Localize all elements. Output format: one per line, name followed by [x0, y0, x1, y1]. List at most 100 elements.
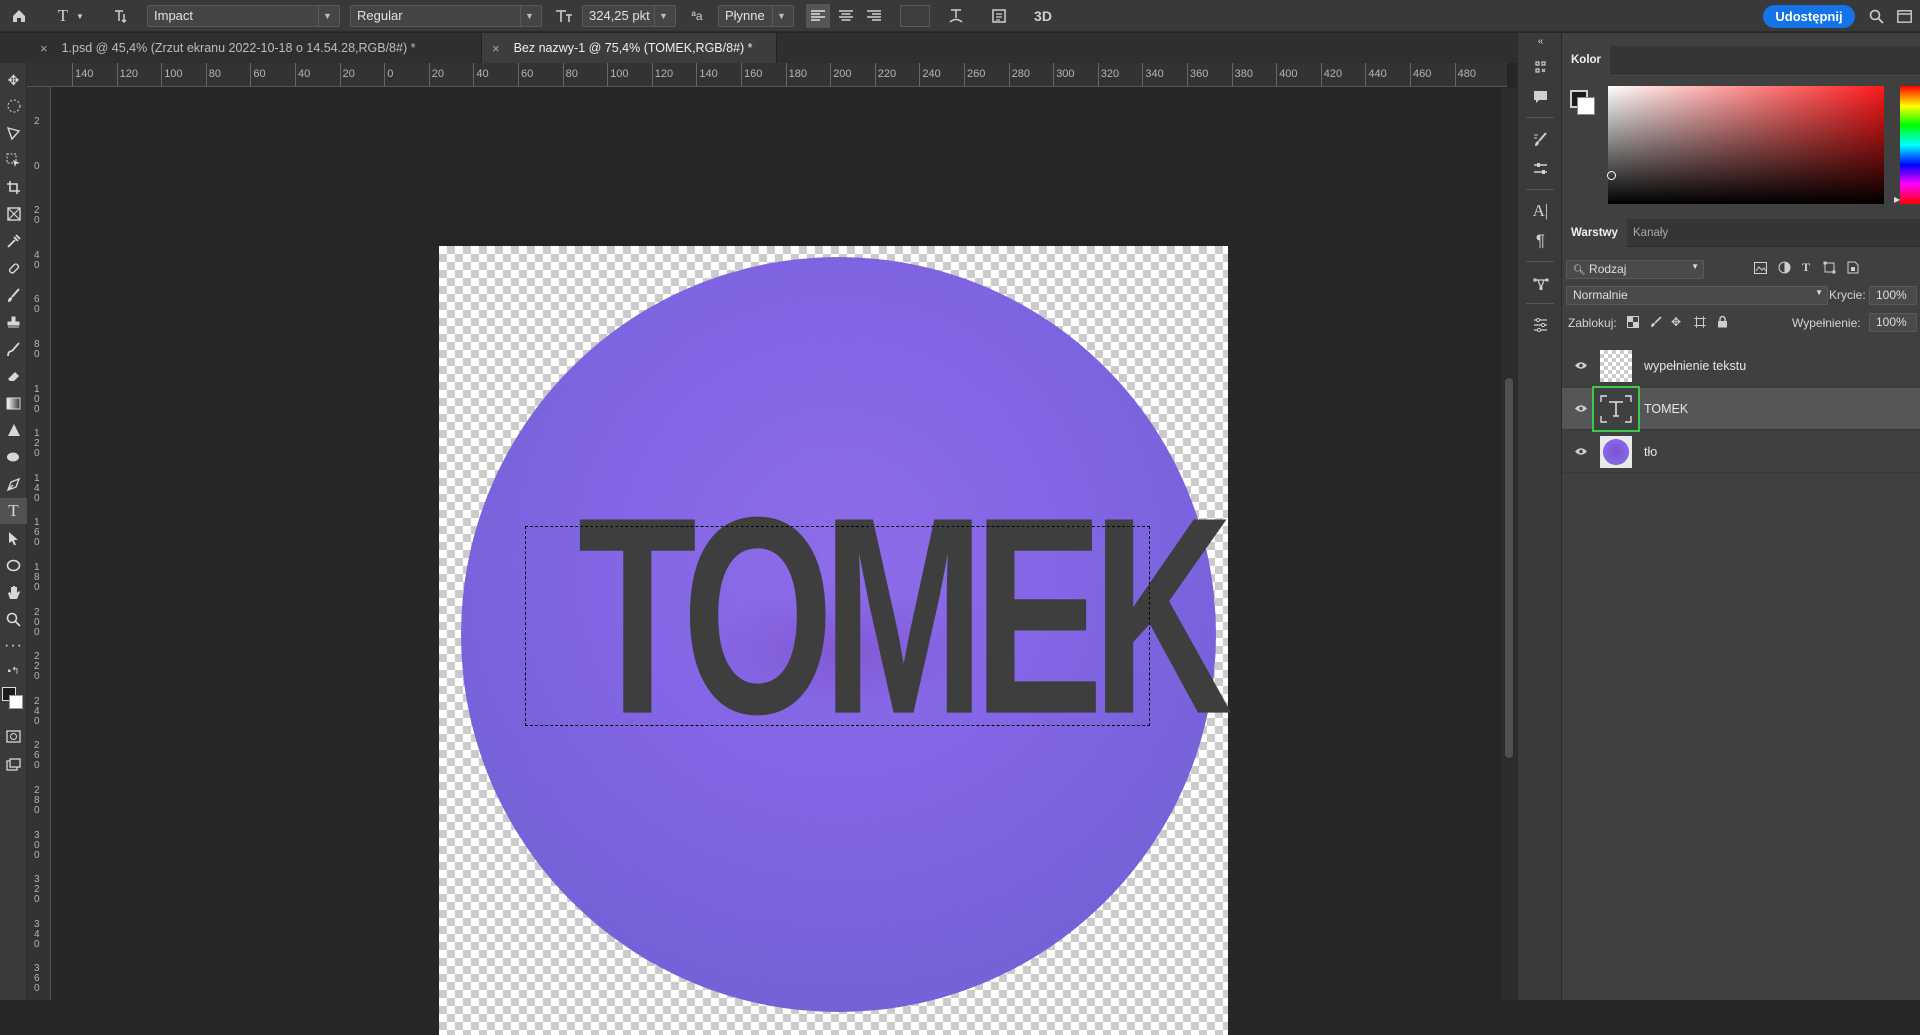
background-color-swatch[interactable]: [9, 695, 23, 709]
font-family-select[interactable]: Impact ▼: [147, 5, 340, 27]
frame-tool-icon[interactable]: [0, 201, 27, 227]
paths-panel-icon[interactable]: [1518, 269, 1563, 297]
layer-row-text[interactable]: TOMEK: [1562, 385, 1920, 432]
visibility-eye-icon[interactable]: [1562, 444, 1600, 459]
3d-button[interactable]: 3D: [1030, 0, 1056, 32]
workspace-icon[interactable]: [1893, 0, 1915, 32]
warp-text-icon[interactable]: [944, 0, 968, 32]
gradient-tool-icon[interactable]: [0, 390, 27, 416]
ruler-tick-label: 80: [562, 63, 578, 87]
ruler-tick-label: 60: [250, 63, 266, 87]
dodge-tool-icon[interactable]: [0, 444, 27, 470]
type-tool-icon[interactable]: T: [0, 498, 27, 524]
clone-stamp-icon[interactable]: [0, 309, 27, 335]
zoom-tool-icon[interactable]: [0, 606, 27, 632]
layer-row-background[interactable]: tło: [1562, 431, 1920, 473]
history-brush-icon[interactable]: [0, 336, 27, 362]
screen-mode-icon[interactable]: [0, 751, 27, 777]
color-picker-field[interactable]: [1608, 86, 1884, 204]
lock-transparent-icon[interactable]: [1627, 316, 1639, 331]
visibility-eye-icon[interactable]: [1562, 358, 1600, 373]
text-color-swatch[interactable]: [900, 5, 930, 27]
align-center-icon[interactable]: [834, 0, 858, 32]
font-size-field[interactable]: 324,25 pkt ▼: [582, 5, 676, 27]
paragraph-panel-icon[interactable]: ¶: [1518, 227, 1563, 255]
tab-label: 1.psd @ 45,4% (Zrzut ekranu 2022-10-18 o…: [61, 41, 416, 55]
layer-row-fill[interactable]: wypełnienie tekstu: [1562, 345, 1920, 387]
more-tools-icon[interactable]: ···: [0, 633, 27, 659]
search-icon: 🔍︎: [1573, 265, 1586, 276]
tab-channels[interactable]: Kanały: [1624, 219, 1677, 247]
tab-document-2[interactable]: × Bez nazwy-1 @ 75,4% (TOMEK,RGB/8#) *: [482, 33, 777, 63]
vertical-scrollbar[interactable]: [1501, 88, 1517, 1000]
search-icon[interactable]: [1865, 0, 1887, 32]
tools-panel: ✥ T ··· ▪↰: [0, 63, 27, 1000]
eyedropper-tool-icon[interactable]: [0, 228, 27, 254]
blend-mode-select[interactable]: Normalnie ▼: [1566, 286, 1828, 305]
swap-colors-icon[interactable]: ▪↰: [0, 658, 27, 684]
right-panels: Kolor ▶ Warstwy Kanały 🔍︎ Rodzaj ▼ T Nor…: [1562, 33, 1920, 1000]
tab-color[interactable]: Kolor: [1562, 46, 1611, 74]
history-panel-icon[interactable]: [1518, 53, 1563, 81]
close-icon[interactable]: ×: [40, 41, 48, 56]
filter-adjustment-icon[interactable]: [1778, 261, 1791, 277]
document-canvas[interactable]: TOMEK: [439, 246, 1233, 1035]
chevron-down-icon[interactable]: ▼: [74, 0, 86, 32]
layer-filter-select[interactable]: 🔍︎ Rodzaj ▼: [1566, 260, 1704, 279]
foreground-background-swatches[interactable]: [0, 685, 27, 717]
color-background-swatch[interactable]: [1577, 97, 1595, 115]
canvas-workspace[interactable]: TOMEK: [51, 88, 1501, 1035]
hue-slider[interactable]: [1900, 86, 1920, 204]
scrollbar-thumb[interactable]: [1505, 378, 1513, 758]
tab-layers[interactable]: Warstwy: [1562, 219, 1627, 247]
filter-smart-object-icon[interactable]: [1846, 261, 1859, 277]
crop-tool-icon[interactable]: [0, 174, 27, 200]
blur-tool-icon[interactable]: [0, 417, 27, 443]
character-panel-icon[interactable]: [987, 0, 1011, 32]
layer-thumbnail: [1600, 435, 1632, 468]
filter-shape-icon[interactable]: [1823, 261, 1836, 277]
collapse-arrows-icon[interactable]: «: [1518, 33, 1563, 49]
brush-tool-icon[interactable]: [0, 282, 27, 308]
lock-all-icon[interactable]: [1717, 315, 1728, 331]
brush-settings-icon[interactable]: [1518, 125, 1563, 153]
eraser-tool-icon[interactable]: [0, 363, 27, 389]
lock-pixels-icon[interactable]: [1650, 316, 1662, 331]
move-tool-icon[interactable]: ✥: [0, 67, 27, 93]
opacity-field[interactable]: 100%: [1869, 286, 1917, 305]
align-right-icon[interactable]: [862, 0, 886, 32]
antialias-select[interactable]: Płynne ▼: [718, 5, 794, 27]
lasso-tool-icon[interactable]: [0, 120, 27, 146]
ellipse-tool-icon[interactable]: [0, 552, 27, 578]
comments-panel-icon[interactable]: [1518, 83, 1563, 111]
tab-document-1[interactable]: × 1.psd @ 45,4% (Zrzut ekranu 2022-10-18…: [30, 33, 482, 63]
quick-mask-icon[interactable]: [0, 723, 27, 749]
align-left-icon[interactable]: [806, 4, 830, 28]
path-selection-icon[interactable]: [0, 525, 27, 551]
font-style-select[interactable]: Regular ▼: [350, 5, 542, 27]
ruler-tick-label: 2: [34, 116, 40, 127]
marquee-tool-icon[interactable]: [0, 93, 27, 119]
share-button[interactable]: Udostępnij: [1763, 5, 1855, 28]
healing-brush-icon[interactable]: [0, 255, 27, 281]
lock-position-icon[interactable]: ✥: [1671, 315, 1681, 329]
fill-field[interactable]: 100%: [1869, 313, 1917, 332]
filter-type-icon[interactable]: T: [1802, 260, 1810, 275]
properties-panel-icon[interactable]: [1518, 311, 1563, 339]
text-orientation-icon[interactable]: [108, 0, 132, 32]
type-tool-preset-icon[interactable]: T: [52, 0, 74, 32]
filter-pixel-icon[interactable]: [1754, 262, 1767, 277]
character-panel-icon[interactable]: A|: [1518, 197, 1563, 225]
object-select-tool-icon[interactable]: [0, 147, 27, 173]
hue-slider-handle-icon[interactable]: ▶: [1894, 195, 1900, 204]
ruler-tick-label: 2 2 0: [34, 651, 40, 683]
home-icon[interactable]: [6, 0, 32, 32]
pen-tool-icon[interactable]: [0, 471, 27, 497]
color-picker-handle[interactable]: [1607, 171, 1616, 180]
close-icon[interactable]: ×: [492, 41, 500, 56]
lock-artboard-icon[interactable]: [1694, 316, 1706, 331]
adjustments-panel-icon[interactable]: [1518, 155, 1563, 183]
hand-tool-icon[interactable]: [0, 579, 27, 605]
canvas-text-tomek[interactable]: TOMEK: [578, 476, 1233, 757]
ruler-tick-label: 300: [1053, 63, 1075, 87]
